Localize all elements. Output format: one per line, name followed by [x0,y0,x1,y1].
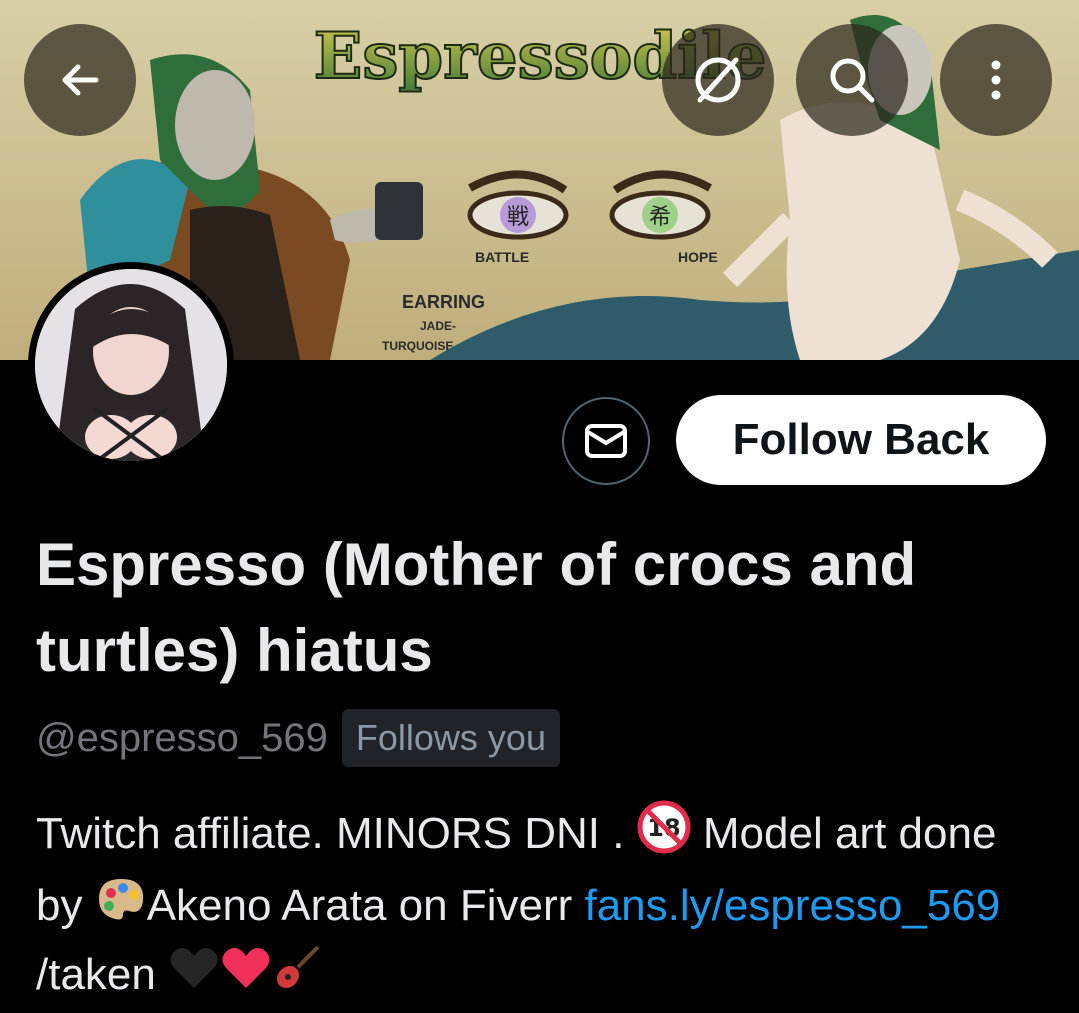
right-eye-label: HOPE [678,249,718,265]
display-name: Espresso (Mother of crocs and turtles) h… [36,531,917,684]
back-arrow-icon [62,64,99,96]
message-button[interactable] [562,397,650,485]
bio-text-3: Akeno Arata on Fiverr [146,881,585,930]
bio-text-4: /taken [36,949,169,999]
follow-back-button[interactable]: Follow Back [676,395,1046,485]
left-eye-glyph: 戦 [507,205,529,230]
no-signal-icon [695,57,741,103]
handle-row: @espresso_569 Follows you [36,708,560,768]
bio-text-1: Twitch affiliate. MINORS DNI . [36,809,637,859]
avatar[interactable] [28,262,234,468]
handle: @espresso_569 [36,715,328,760]
left-eye-label: BATTLE [475,249,529,265]
more-options-button[interactable] [940,24,1052,136]
fansly-link[interactable]: fans.ly/espresso_569 [584,881,1000,930]
search-icon [830,58,875,103]
avatar-image [35,269,227,461]
envelope-icon [585,424,627,458]
no-under-18-icon: 18 [637,800,691,873]
earring-line1: JADE- [420,319,456,333]
back-button[interactable] [24,24,136,136]
search-button[interactable] [796,24,908,136]
hidden-icon-button[interactable] [662,24,774,136]
earring-label: EARRING [402,292,485,312]
red-heart-icon [220,944,272,1011]
more-vertical-icon [991,60,1001,100]
right-eye-glyph: 希 [649,205,671,230]
black-heart-icon [168,944,220,1011]
follows-you-badge: Follows you [341,709,560,767]
bio: Twitch affiliate. MINORS DNI . 18 Model … [36,800,1046,1012]
guitar-icon [272,943,322,1012]
artist-palette-icon [95,875,147,942]
